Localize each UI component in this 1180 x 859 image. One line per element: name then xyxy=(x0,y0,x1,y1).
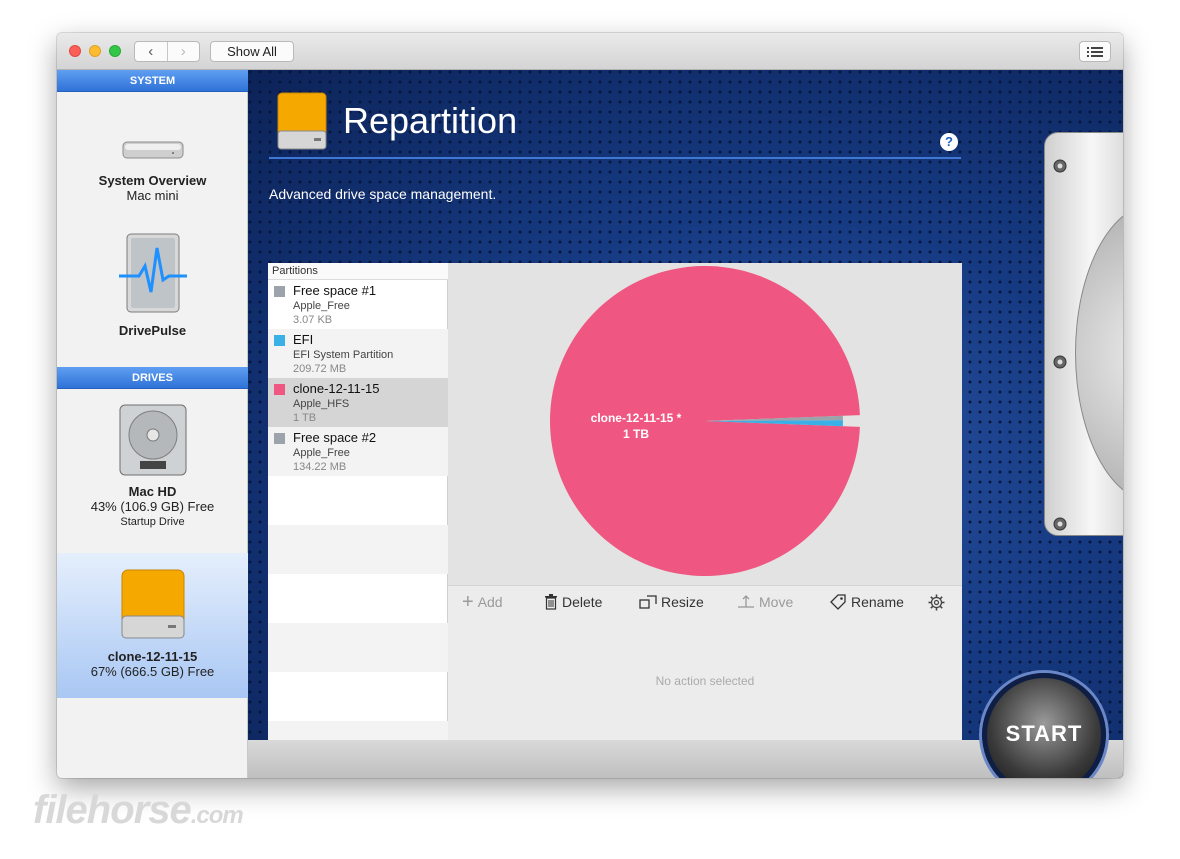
chevron-right-icon: › xyxy=(180,43,186,60)
sidebar-item-subtitle: Mac mini xyxy=(126,188,179,203)
partition-name: Free space #2 xyxy=(293,430,377,445)
trash-icon xyxy=(545,594,557,610)
move-label: Move xyxy=(759,594,794,610)
screw-icon xyxy=(1053,517,1067,531)
screw-icon xyxy=(1053,159,1067,173)
tag-icon xyxy=(830,594,846,610)
list-icon xyxy=(1087,46,1103,57)
sidebar-drive-title: Mac HD xyxy=(128,484,177,499)
partitions-list: Partitions Free space #1 Apple_Free 3.07… xyxy=(268,263,448,740)
sidebar-item-system-overview[interactable]: System Overview Mac mini xyxy=(57,92,248,222)
sidebar: SYSTEM System Overview Mac mini DrivePul… xyxy=(57,70,248,778)
delete-label: Delete xyxy=(562,594,603,610)
page-subtitle: Advanced drive space management. xyxy=(269,186,497,202)
screw-icon xyxy=(1053,355,1067,369)
show-all-button[interactable]: Show All xyxy=(210,41,294,62)
partition-color-swatch xyxy=(274,433,285,444)
partitions-header: Partitions xyxy=(268,263,448,280)
partition-color-swatch xyxy=(274,384,285,395)
empty-row xyxy=(268,721,448,740)
sidebar-drive-free: 43% (106.9 GB) Free xyxy=(90,499,215,514)
close-button[interactable] xyxy=(69,45,81,57)
partition-type: Apple_HFS xyxy=(293,398,350,410)
start-button[interactable]: START xyxy=(982,673,1106,778)
resize-icon xyxy=(639,595,657,609)
empty-row xyxy=(268,525,448,574)
header-divider xyxy=(269,157,961,159)
empty-row xyxy=(268,623,448,672)
no-action-text: No action selected xyxy=(655,674,755,688)
partition-toolbar: + Add Delete Resize Move Rename xyxy=(448,585,962,618)
rename-label: Rename xyxy=(851,594,904,610)
sidebar-item-title: DrivePulse xyxy=(118,323,187,338)
chevron-left-icon: ‹ xyxy=(148,43,154,60)
move-button[interactable]: Move xyxy=(737,594,793,610)
resize-button[interactable]: Resize xyxy=(639,594,704,610)
sidebar-drive-note: Startup Drive xyxy=(120,516,185,528)
main-panel: Repartition ? Advanced drive space manag… xyxy=(248,70,1123,778)
empty-row xyxy=(268,476,448,525)
hard-drive-icon xyxy=(119,404,186,476)
mac-mini-icon xyxy=(122,141,183,159)
external-drive-icon xyxy=(121,569,184,639)
nav-buttons: ‹ › xyxy=(134,41,200,62)
partition-size: 1 TB xyxy=(293,412,317,424)
sidebar-drive-mac-hd[interactable]: Mac HD 43% (106.9 GB) Free Startup Drive xyxy=(57,389,248,553)
move-icon xyxy=(738,595,754,608)
partition-type: EFI System Partition xyxy=(293,349,394,361)
partition-row[interactable]: Free space #1 Apple_Free 3.07 KB xyxy=(268,280,448,329)
sidebar-drive-clone[interactable]: clone-12-11-15 67% (666.5 GB) Free xyxy=(57,553,248,698)
sidebar-drive-free: 67% (666.5 GB) Free xyxy=(90,664,215,679)
watermark: filehorse.com xyxy=(33,788,244,833)
partition-color-swatch xyxy=(274,335,285,346)
drive-header-icon xyxy=(277,92,327,150)
action-details-area: No action selected xyxy=(448,618,962,740)
watermark-suffix: .com xyxy=(190,802,244,829)
partition-size: 209.72 MB xyxy=(293,363,347,375)
add-button[interactable]: + Add xyxy=(462,591,503,613)
app-window: ‹ › Show All SYSTEM System Overview Mac … xyxy=(57,33,1123,778)
rename-button[interactable]: Rename xyxy=(829,594,904,610)
partition-type: Apple_Free xyxy=(293,447,350,459)
drives-section-header: DRIVES xyxy=(57,367,248,389)
partition-chart: clone-12-11-15 * 1 TB xyxy=(448,263,962,585)
pie-slice-value: 1 TB xyxy=(623,427,649,441)
forward-button[interactable]: › xyxy=(166,42,200,61)
partition-size: 134.22 MB xyxy=(293,461,347,473)
sidebar-item-drivepulse[interactable]: DrivePulse xyxy=(57,222,248,367)
help-button[interactable]: ? xyxy=(940,133,958,151)
settings-button[interactable] xyxy=(928,594,945,611)
partition-name: EFI xyxy=(293,332,314,347)
decorative-drive-plate xyxy=(1044,132,1123,536)
system-section-header: SYSTEM xyxy=(57,70,248,92)
drive-platter xyxy=(1075,203,1123,503)
partition-pie-chart: clone-12-11-15 * 1 TB xyxy=(550,266,860,576)
plus-icon: + xyxy=(462,591,474,613)
add-label: Add xyxy=(477,594,503,610)
page-title: Repartition xyxy=(343,100,518,141)
partition-color-swatch xyxy=(274,286,285,297)
partition-name: clone-12-11-15 xyxy=(293,381,380,396)
partition-row[interactable]: Free space #2 Apple_Free 134.22 MB xyxy=(268,427,448,476)
empty-row xyxy=(268,574,448,623)
delete-button[interactable]: Delete xyxy=(544,594,602,610)
zoom-button[interactable] xyxy=(109,45,121,57)
partition-type: Apple_Free xyxy=(293,300,350,312)
watermark-text: filehorse xyxy=(33,788,192,832)
empty-row xyxy=(268,672,448,721)
partition-name: Free space #1 xyxy=(293,283,377,298)
back-button[interactable]: ‹ xyxy=(135,42,167,61)
partition-size: 3.07 KB xyxy=(293,314,333,326)
partition-row[interactable]: clone-12-11-15 Apple_HFS 1 TB xyxy=(268,378,448,427)
partition-row[interactable]: EFI EFI System Partition 209.72 MB xyxy=(268,329,448,378)
list-view-button[interactable] xyxy=(1079,41,1111,62)
minimize-button[interactable] xyxy=(89,45,101,57)
gear-icon xyxy=(928,594,945,611)
sidebar-item-title: System Overview xyxy=(98,173,207,188)
drivepulse-icon xyxy=(118,233,187,313)
titlebar: ‹ › Show All xyxy=(57,33,1123,70)
sidebar-drive-title: clone-12-11-15 xyxy=(107,649,198,664)
pie-slice-label: clone-12-11-15 * xyxy=(591,411,682,425)
resize-label: Resize xyxy=(661,594,704,610)
